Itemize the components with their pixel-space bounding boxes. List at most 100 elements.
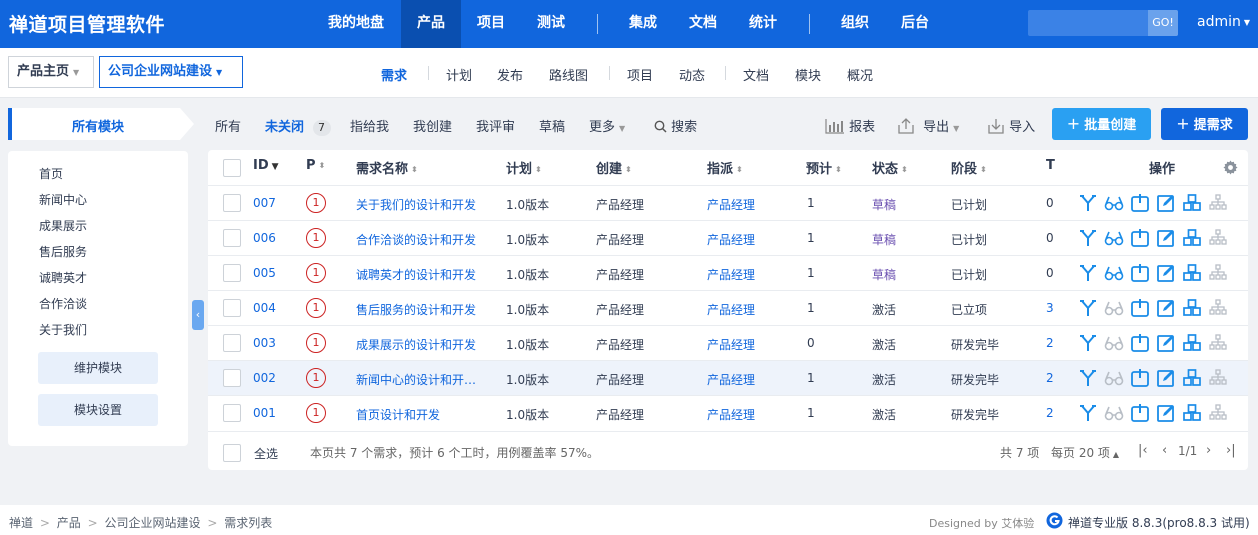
split-icon[interactable] bbox=[1078, 368, 1098, 388]
edit-icon[interactable] bbox=[1156, 193, 1176, 213]
story-assigned-to[interactable]: 产品经理 bbox=[707, 231, 755, 248]
row-checkbox[interactable] bbox=[223, 369, 241, 387]
col-name[interactable]: 需求名称 ⬍ bbox=[356, 158, 418, 177]
subdivide-icon[interactable] bbox=[1208, 403, 1228, 423]
create-case-icon[interactable] bbox=[1182, 333, 1202, 353]
story-id[interactable]: 004 bbox=[253, 301, 276, 315]
filter-all[interactable]: 所有 bbox=[215, 116, 241, 135]
table-row[interactable]: 002 1 新闻中心的设计和开… 1.0版本 产品经理 产品经理 1 激活 研发完毕 2 bbox=[208, 360, 1248, 395]
split-icon[interactable] bbox=[1078, 263, 1098, 283]
story-id[interactable]: 006 bbox=[253, 231, 276, 245]
story-id[interactable]: 007 bbox=[253, 196, 276, 210]
story-name-link[interactable]: 首页设计和开发 bbox=[356, 406, 492, 423]
subnav-view[interactable]: 概况 bbox=[847, 65, 873, 84]
story-assigned-to[interactable]: 产品经理 bbox=[707, 196, 755, 213]
nav-admin[interactable]: 后台 bbox=[890, 0, 940, 48]
module-item[interactable]: 首页 bbox=[39, 165, 63, 182]
edit-icon[interactable] bbox=[1156, 263, 1176, 283]
gear-icon[interactable] bbox=[1223, 160, 1238, 175]
module-item[interactable]: 关于我们 bbox=[39, 321, 87, 338]
app-title[interactable]: 禅道项目管理软件 bbox=[9, 10, 165, 37]
table-row[interactable]: 004 1 售后服务的设计和开发 1.0版本 产品经理 产品经理 1 激活 已立项 3 bbox=[208, 290, 1248, 325]
story-id[interactable]: 005 bbox=[253, 266, 276, 280]
table-row[interactable]: 007 1 关于我们的设计和开发 1.0版本 产品经理 产品经理 1 草稿 已计划 0 bbox=[208, 185, 1248, 220]
module-item[interactable]: 售后服务 bbox=[39, 243, 87, 260]
subnav-story[interactable]: 需求 bbox=[381, 65, 407, 84]
row-checkbox[interactable] bbox=[223, 264, 241, 282]
split-icon[interactable] bbox=[1078, 298, 1098, 318]
create-case-icon[interactable] bbox=[1182, 368, 1202, 388]
story-id[interactable]: 003 bbox=[253, 336, 276, 350]
story-name-link[interactable]: 售后服务的设计和开发 bbox=[356, 301, 492, 318]
create-case-icon[interactable] bbox=[1182, 403, 1202, 423]
version-label[interactable]: 禅道专业版 8.8.3(pro8.8.3 试用) bbox=[1068, 514, 1250, 531]
prev-page-button[interactable]: ‹ bbox=[1162, 443, 1167, 458]
filter-draft[interactable]: 草稿 bbox=[539, 116, 565, 135]
module-settings-button[interactable]: 模块设置 bbox=[38, 394, 158, 426]
story-task-count[interactable]: 2 bbox=[1046, 406, 1054, 420]
breadcrumb-product-switcher[interactable]: 公司企业网站建设 ▼ bbox=[99, 56, 243, 88]
review-icon[interactable] bbox=[1104, 403, 1124, 423]
split-icon[interactable] bbox=[1078, 403, 1098, 423]
story-task-count[interactable]: 2 bbox=[1046, 371, 1054, 385]
subdivide-icon[interactable] bbox=[1208, 193, 1228, 213]
subnav-project[interactable]: 项目 bbox=[627, 65, 653, 84]
col-id[interactable]: ID ▼ bbox=[253, 158, 279, 173]
row-checkbox[interactable] bbox=[223, 404, 241, 422]
edit-icon[interactable] bbox=[1156, 403, 1176, 423]
nav-company[interactable]: 组织 bbox=[830, 0, 880, 48]
story-assigned-to[interactable]: 产品经理 bbox=[707, 301, 755, 318]
filter-reviewed-by-me[interactable]: 我评审 bbox=[476, 116, 515, 135]
subdivide-icon[interactable] bbox=[1208, 368, 1228, 388]
designed-by[interactable]: Designed by 艾体验 bbox=[929, 515, 1034, 531]
nav-report[interactable]: 统计 bbox=[738, 0, 788, 48]
story-name-link[interactable]: 关于我们的设计和开发 bbox=[356, 196, 492, 213]
select-all-checkbox[interactable] bbox=[223, 444, 241, 462]
row-checkbox[interactable] bbox=[223, 334, 241, 352]
nav-my[interactable]: 我的地盘 bbox=[318, 0, 394, 48]
search-toggle[interactable]: 搜索 bbox=[654, 116, 697, 135]
sidebar-toggle-button[interactable]: ‹ bbox=[192, 300, 204, 330]
col-stage[interactable]: 阶段 ⬍ bbox=[951, 158, 987, 177]
report-button[interactable]: 报表 bbox=[825, 116, 875, 135]
module-item[interactable]: 诚聘英才 bbox=[39, 269, 87, 286]
module-item[interactable]: 新闻中心 bbox=[39, 191, 87, 208]
split-icon[interactable] bbox=[1078, 193, 1098, 213]
split-icon[interactable] bbox=[1078, 228, 1098, 248]
filter-unclosed[interactable]: 未关闭 7 bbox=[265, 116, 331, 136]
close-icon[interactable] bbox=[1130, 193, 1150, 213]
create-story-button[interactable]: + 提需求 bbox=[1161, 108, 1248, 140]
story-id[interactable]: 002 bbox=[253, 371, 276, 385]
story-name-link[interactable]: 合作洽谈的设计和开发 bbox=[356, 231, 492, 248]
story-assigned-to[interactable]: 产品经理 bbox=[707, 336, 755, 353]
breadcrumb-product-home[interactable]: 产品主页 ▼ bbox=[8, 56, 94, 88]
nav-project[interactable]: 项目 bbox=[466, 0, 516, 48]
export-button[interactable]: 导出 ▼ bbox=[897, 116, 959, 135]
footer-crumb[interactable]: 禅道 bbox=[9, 516, 33, 530]
next-page-button[interactable]: › bbox=[1206, 443, 1211, 458]
close-icon[interactable] bbox=[1130, 368, 1150, 388]
story-id[interactable]: 001 bbox=[253, 406, 276, 420]
first-page-button[interactable]: |‹ bbox=[1138, 443, 1148, 458]
subdivide-icon[interactable] bbox=[1208, 333, 1228, 353]
edit-icon[interactable] bbox=[1156, 228, 1176, 248]
module-item[interactable]: 合作洽谈 bbox=[39, 295, 87, 312]
user-menu[interactable]: admin ▼ bbox=[1197, 14, 1250, 30]
maintain-module-button[interactable]: 维护模块 bbox=[38, 352, 158, 384]
close-icon[interactable] bbox=[1130, 298, 1150, 318]
select-all-checkbox-header[interactable] bbox=[223, 159, 241, 177]
subnav-release[interactable]: 发布 bbox=[497, 65, 523, 84]
edit-icon[interactable] bbox=[1156, 368, 1176, 388]
edit-icon[interactable] bbox=[1156, 333, 1176, 353]
col-assigned[interactable]: 指派 ⬍ bbox=[707, 158, 743, 177]
review-icon[interactable] bbox=[1104, 368, 1124, 388]
story-name-link[interactable]: 新闻中心的设计和开… bbox=[356, 371, 492, 388]
nav-doc[interactable]: 文档 bbox=[678, 0, 728, 48]
create-case-icon[interactable] bbox=[1182, 263, 1202, 283]
nav-qa[interactable]: 测试 bbox=[526, 0, 576, 48]
col-plan[interactable]: 计划 ⬍ bbox=[506, 158, 542, 177]
close-icon[interactable] bbox=[1130, 263, 1150, 283]
per-page-selector[interactable]: 每页 20 项 ▲ bbox=[1051, 444, 1119, 461]
select-all-label[interactable]: 全选 bbox=[254, 445, 278, 462]
subdivide-icon[interactable] bbox=[1208, 298, 1228, 318]
